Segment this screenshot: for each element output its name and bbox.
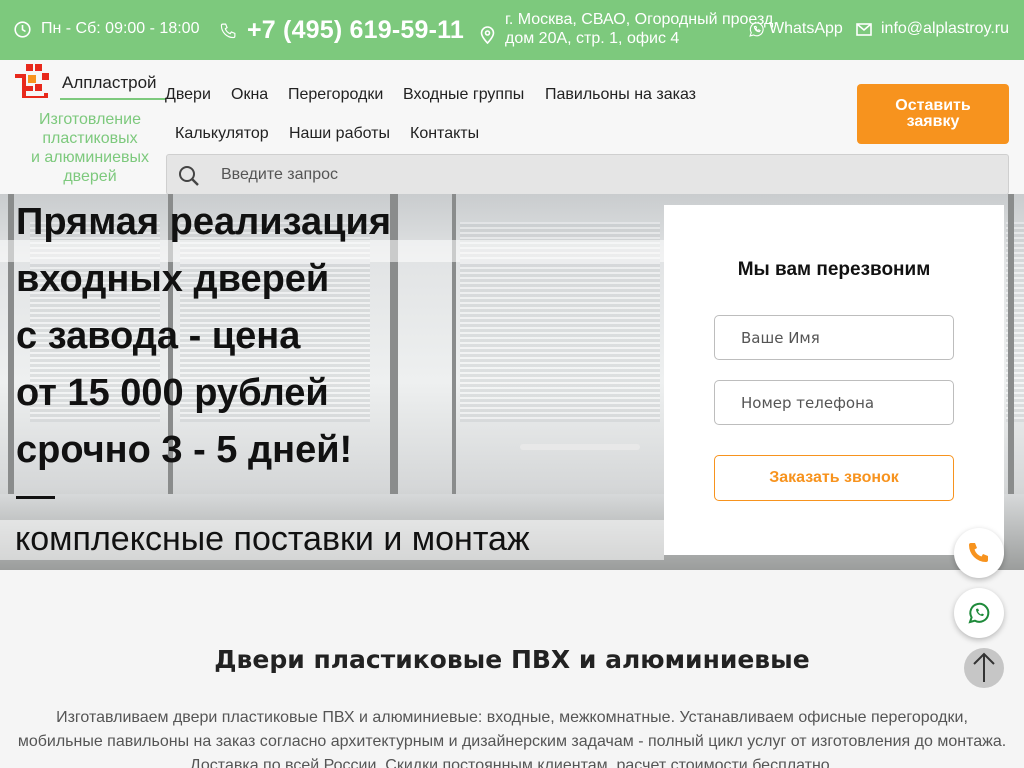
nav-item-calculator[interactable]: Калькулятор [175, 125, 269, 143]
nav-item-our-works[interactable]: Наши работы [289, 125, 390, 143]
address-line-1: г. Москва, СВАО, Огородный проезд, [505, 11, 778, 28]
email-text[interactable]: info@alplastroy.ru [881, 20, 1009, 38]
search-input[interactable] [221, 163, 981, 187]
top-contact-bar: Пн - Сб: 09:00 - 18:00 +7 (495) 619-59-1… [0, 0, 1024, 60]
whatsapp-fab-icon [968, 602, 990, 624]
nav-item-entrance-groups[interactable]: Входные группы [403, 86, 524, 104]
table [520, 444, 640, 450]
nav-item-doors[interactable]: Двери [165, 86, 211, 104]
hero-title: Прямая реализация входных дверей с завод… [16, 194, 391, 479]
hero-divider [16, 496, 55, 499]
whatsapp-fab-button[interactable] [954, 588, 1004, 638]
hero-title-line: срочно 3 - 5 дней! [16, 429, 353, 471]
hero-title-line: от 15 000 рублей [16, 372, 329, 414]
mail-icon [856, 22, 872, 36]
whatsapp-text[interactable]: WhatsApp [769, 20, 843, 38]
phone-icon [220, 23, 236, 39]
logo[interactable]: Алпластрой [15, 64, 166, 104]
hero-subtitle: комплексные поставки и монтаж [15, 520, 530, 558]
working-hours-text: Пн - Сб: 09:00 - 18:00 [41, 20, 200, 37]
email-link[interactable]: info@alplastroy.ru [856, 20, 1009, 38]
nav-item-pavilions[interactable]: Павильоны на заказ [545, 86, 696, 104]
section-description: Изготавливаем двери пластиковые ПВХ и ал… [12, 706, 1012, 768]
logo-text: Алпластрой [62, 73, 157, 92]
clock-icon [14, 20, 31, 38]
address-line-2: дом 20А, стр. 1, офис 4 [505, 30, 680, 47]
search-icon[interactable] [178, 165, 200, 187]
tagline-line: и алюминиевых [30, 149, 150, 166]
callback-form-title: Мы вам перезвоним [737, 259, 931, 280]
search-bar [166, 154, 1009, 195]
hero-title-line: Прямая реализация [16, 201, 392, 243]
tagline-line: Изготовление [39, 111, 141, 128]
phone-fab-icon [969, 543, 988, 562]
site-header: Алпластрой Изготовление пластиковых и ал… [0, 60, 1024, 195]
name-field [714, 315, 954, 360]
hero-title-line: входных дверей [16, 258, 330, 300]
logo-icon [15, 64, 49, 98]
cta-line: заявку [906, 113, 960, 130]
logo-underline [60, 98, 166, 100]
description-line: Доставка по всей России. Скидки постоянн… [189, 757, 835, 768]
cta-line: Оставить [895, 97, 971, 114]
call-fab-button[interactable] [954, 528, 1004, 578]
hero-title-line: с завода - цена [16, 315, 301, 357]
phone-number[interactable]: +7 (495) 619-59-11 [247, 16, 464, 45]
nav-item-windows[interactable]: Окна [231, 86, 268, 104]
callback-form: Мы вам перезвоним Заказать звонок [664, 205, 1004, 555]
nav-item-partitions[interactable]: Перегородки [288, 86, 383, 104]
name-input[interactable] [741, 328, 931, 348]
nav-item-contacts[interactable]: Контакты [410, 125, 479, 143]
whatsapp-icon [749, 21, 764, 37]
phone-field [714, 380, 954, 425]
section-title: Двери пластиковые ПВХ и алюминиевые [214, 645, 810, 674]
description-line: мобильные павильоны на заказ согласно ар… [17, 733, 1007, 750]
header-phone-link[interactable]: +7 (495) 619-59-11 [220, 16, 464, 45]
tagline: Изготовление пластиковых и алюминиевых д… [20, 110, 160, 186]
whatsapp-link[interactable]: WhatsApp [748, 20, 843, 38]
tagline-line: дверей [63, 168, 117, 185]
leave-request-button[interactable]: Оставить заявку [857, 84, 1009, 144]
location-pin-icon [480, 26, 495, 44]
address: г. Москва, СВАО, Огородный проезд, дом 2… [480, 10, 778, 48]
working-hours: Пн - Сб: 09:00 - 18:00 [14, 20, 199, 38]
description-line: Изготавливаем двери пластиковые ПВХ и ал… [56, 709, 968, 726]
order-call-button[interactable]: Заказать звонок [714, 455, 954, 501]
phone-input[interactable] [741, 393, 931, 413]
tagline-line: пластиковых [42, 130, 138, 147]
